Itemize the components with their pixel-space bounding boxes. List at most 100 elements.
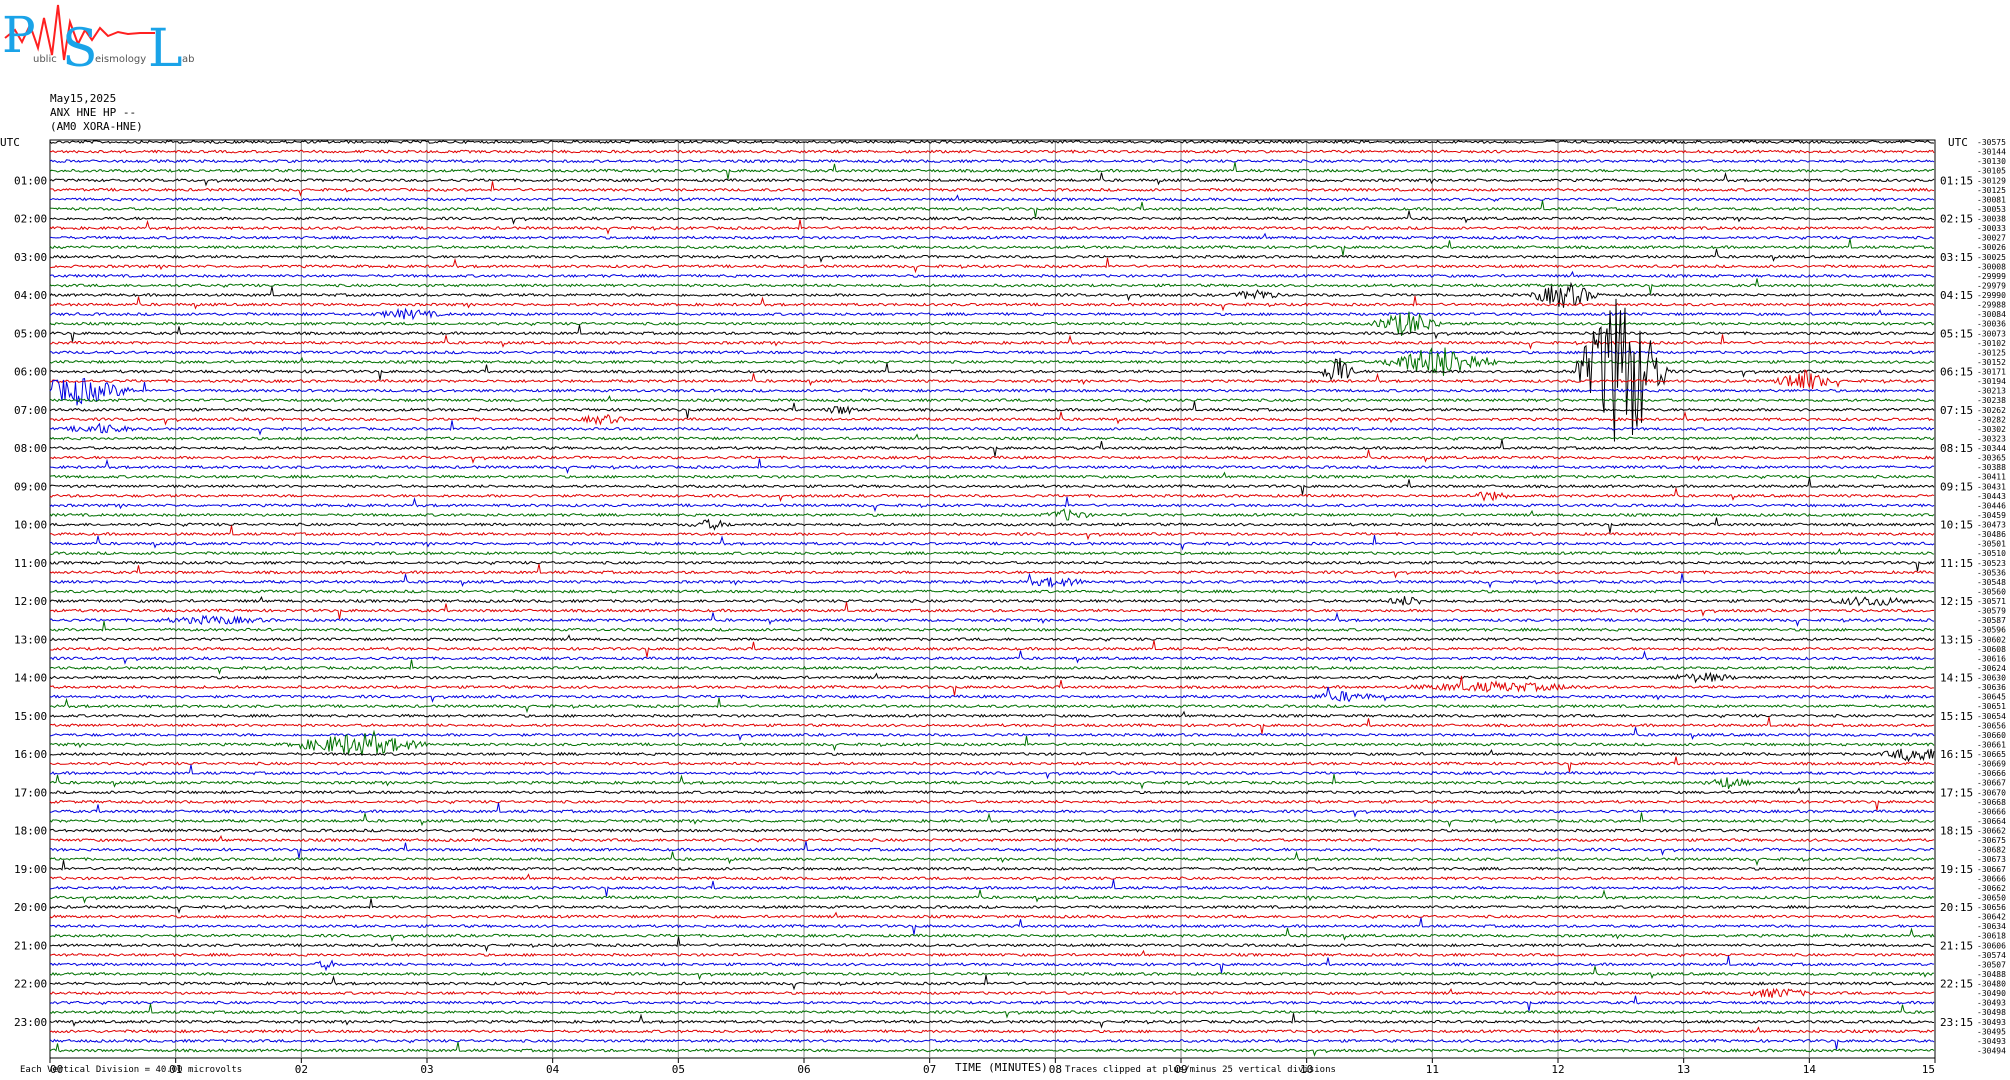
trace-line [49,194,1935,202]
trace-offset-label: -30661 [1977,740,2006,749]
trace-offset-label: -29988 [1977,301,2006,310]
trace-offset-label: -30650 [1977,893,2006,902]
trace-line [49,911,1935,920]
trace-offset-label: -30645 [1977,693,2006,702]
trace-offset-label: -30666 [1977,874,2006,883]
left-hour-label: 13:00 [14,633,47,646]
trace-offset-label: -30507 [1977,960,2006,969]
right-hour-label: 10:15 [1940,519,1973,532]
trace-line [49,802,1935,818]
trace-offset-label: -30660 [1977,731,2006,740]
trace-line [49,1013,1934,1029]
trace-offset-label: -30446 [1977,501,2006,510]
trace-offset-label: -30302 [1977,425,2006,434]
trace-line [49,955,1935,973]
trace-offset-label: -30523 [1977,559,2006,568]
right-axis-title: UTC [1948,136,1968,149]
trace-line [49,149,1935,154]
trace-offset-label: -30616 [1977,654,2006,663]
trace-offset-label: -30510 [1977,549,2006,558]
trace-offset-label: -30656 [1977,721,2006,730]
left-hour-label: 23:00 [14,1016,47,1029]
trace-line [49,1041,1935,1057]
trace-offset-labels: -30575-30144-30130-30105-30129-30125-300… [1977,138,2006,1055]
trace-line [49,640,1935,658]
trace-offset-label: -30431 [1977,482,2006,491]
trace-line [49,449,1935,464]
trace-offset-label: -30669 [1977,760,2006,769]
trace-line [49,563,1935,579]
right-hour-label: 09:15 [1940,480,1973,493]
trace-offset-label: -30501 [1977,540,2006,549]
right-hour-label: 19:15 [1940,863,1973,876]
trace-offset-label: -30490 [1977,989,2006,998]
trace-offset-label: -30666 [1977,807,2006,816]
trace-offset-label: -30388 [1977,463,2006,472]
x-tick-label: 05 [672,1063,685,1076]
left-hour-label: 22:00 [14,978,47,991]
trace-offset-label: -30026 [1977,243,2006,252]
trace-offset-label: -30036 [1977,320,2006,329]
trace-line [49,697,1935,714]
trace-offset-label: -30486 [1977,530,2006,539]
right-hour-label: 01:15 [1940,174,1973,187]
x-tick-label: 02 [295,1063,308,1076]
trace-line [49,764,1935,780]
trace-offset-label: -30443 [1977,492,2006,501]
trace-line [49,200,1935,218]
left-hour-label: 02:00 [14,213,47,226]
trace-offset-label: -30548 [1977,578,2006,587]
left-hour-label: 08:00 [14,442,47,455]
trace-offset-label: -30125 [1977,348,2006,357]
trace-line [49,572,1935,589]
left-hour-label: 18:00 [14,825,47,838]
trace-line [49,471,1935,480]
left-hour-label: 14:00 [14,672,47,685]
trace-line [49,898,1935,914]
trace-line [49,686,1935,703]
right-hour-label: 07:15 [1940,404,1973,417]
x-tick-label: 04 [546,1063,560,1076]
x-tick-label: 08 [1049,1063,1062,1076]
trace-offset-label: -30494 [1977,1046,2006,1055]
trace-line [49,716,1935,734]
trace-line [49,324,1935,342]
trace-offset-label: -30634 [1977,922,2006,931]
trace-line [49,171,1935,187]
trace-offset-label: -30618 [1977,932,2006,941]
trace-line [49,560,1935,572]
trace-offset-label: -30238 [1977,396,2006,405]
x-tick-label: 06 [797,1063,810,1076]
trace-offset-label: -30596 [1977,626,2006,635]
x-tick-label: 15 [1922,1063,1935,1076]
trace-line [49,1038,1935,1050]
trace-line [49,401,1935,419]
trace-line [50,232,1934,241]
trace-offset-label: -30656 [1977,903,2006,912]
trace-offset-label: -30025 [1977,253,2006,262]
trace-line [49,535,1935,551]
trace-offset-label: -30666 [1977,769,2006,778]
left-hour-label: 10:00 [14,519,47,532]
left-hour-label: 20:00 [14,901,47,914]
trace-offset-label: -30536 [1977,568,2006,577]
trace-line [49,270,1935,279]
trace-offset-label: -30642 [1977,913,2006,922]
left-hour-label: 06:00 [14,366,47,379]
trace-line [49,966,1935,981]
trace-offset-label: -30579 [1977,607,2006,616]
trace-line [49,219,1935,235]
trace-line [49,395,1935,403]
trace-line [49,496,1935,513]
trace-offset-label: -30130 [1977,157,2006,166]
trace-line [49,525,1935,541]
trace-offset-label: -30081 [1977,195,2006,204]
trace-line [49,508,1935,521]
trace-offset-label: -30670 [1977,788,2006,797]
right-hour-label: 18:15 [1940,825,1973,838]
trace-line [49,517,1935,534]
trace-line [49,238,1935,256]
trace-line [49,659,1935,675]
left-hour-label: 11:00 [14,557,47,570]
trace-line [49,248,1935,264]
